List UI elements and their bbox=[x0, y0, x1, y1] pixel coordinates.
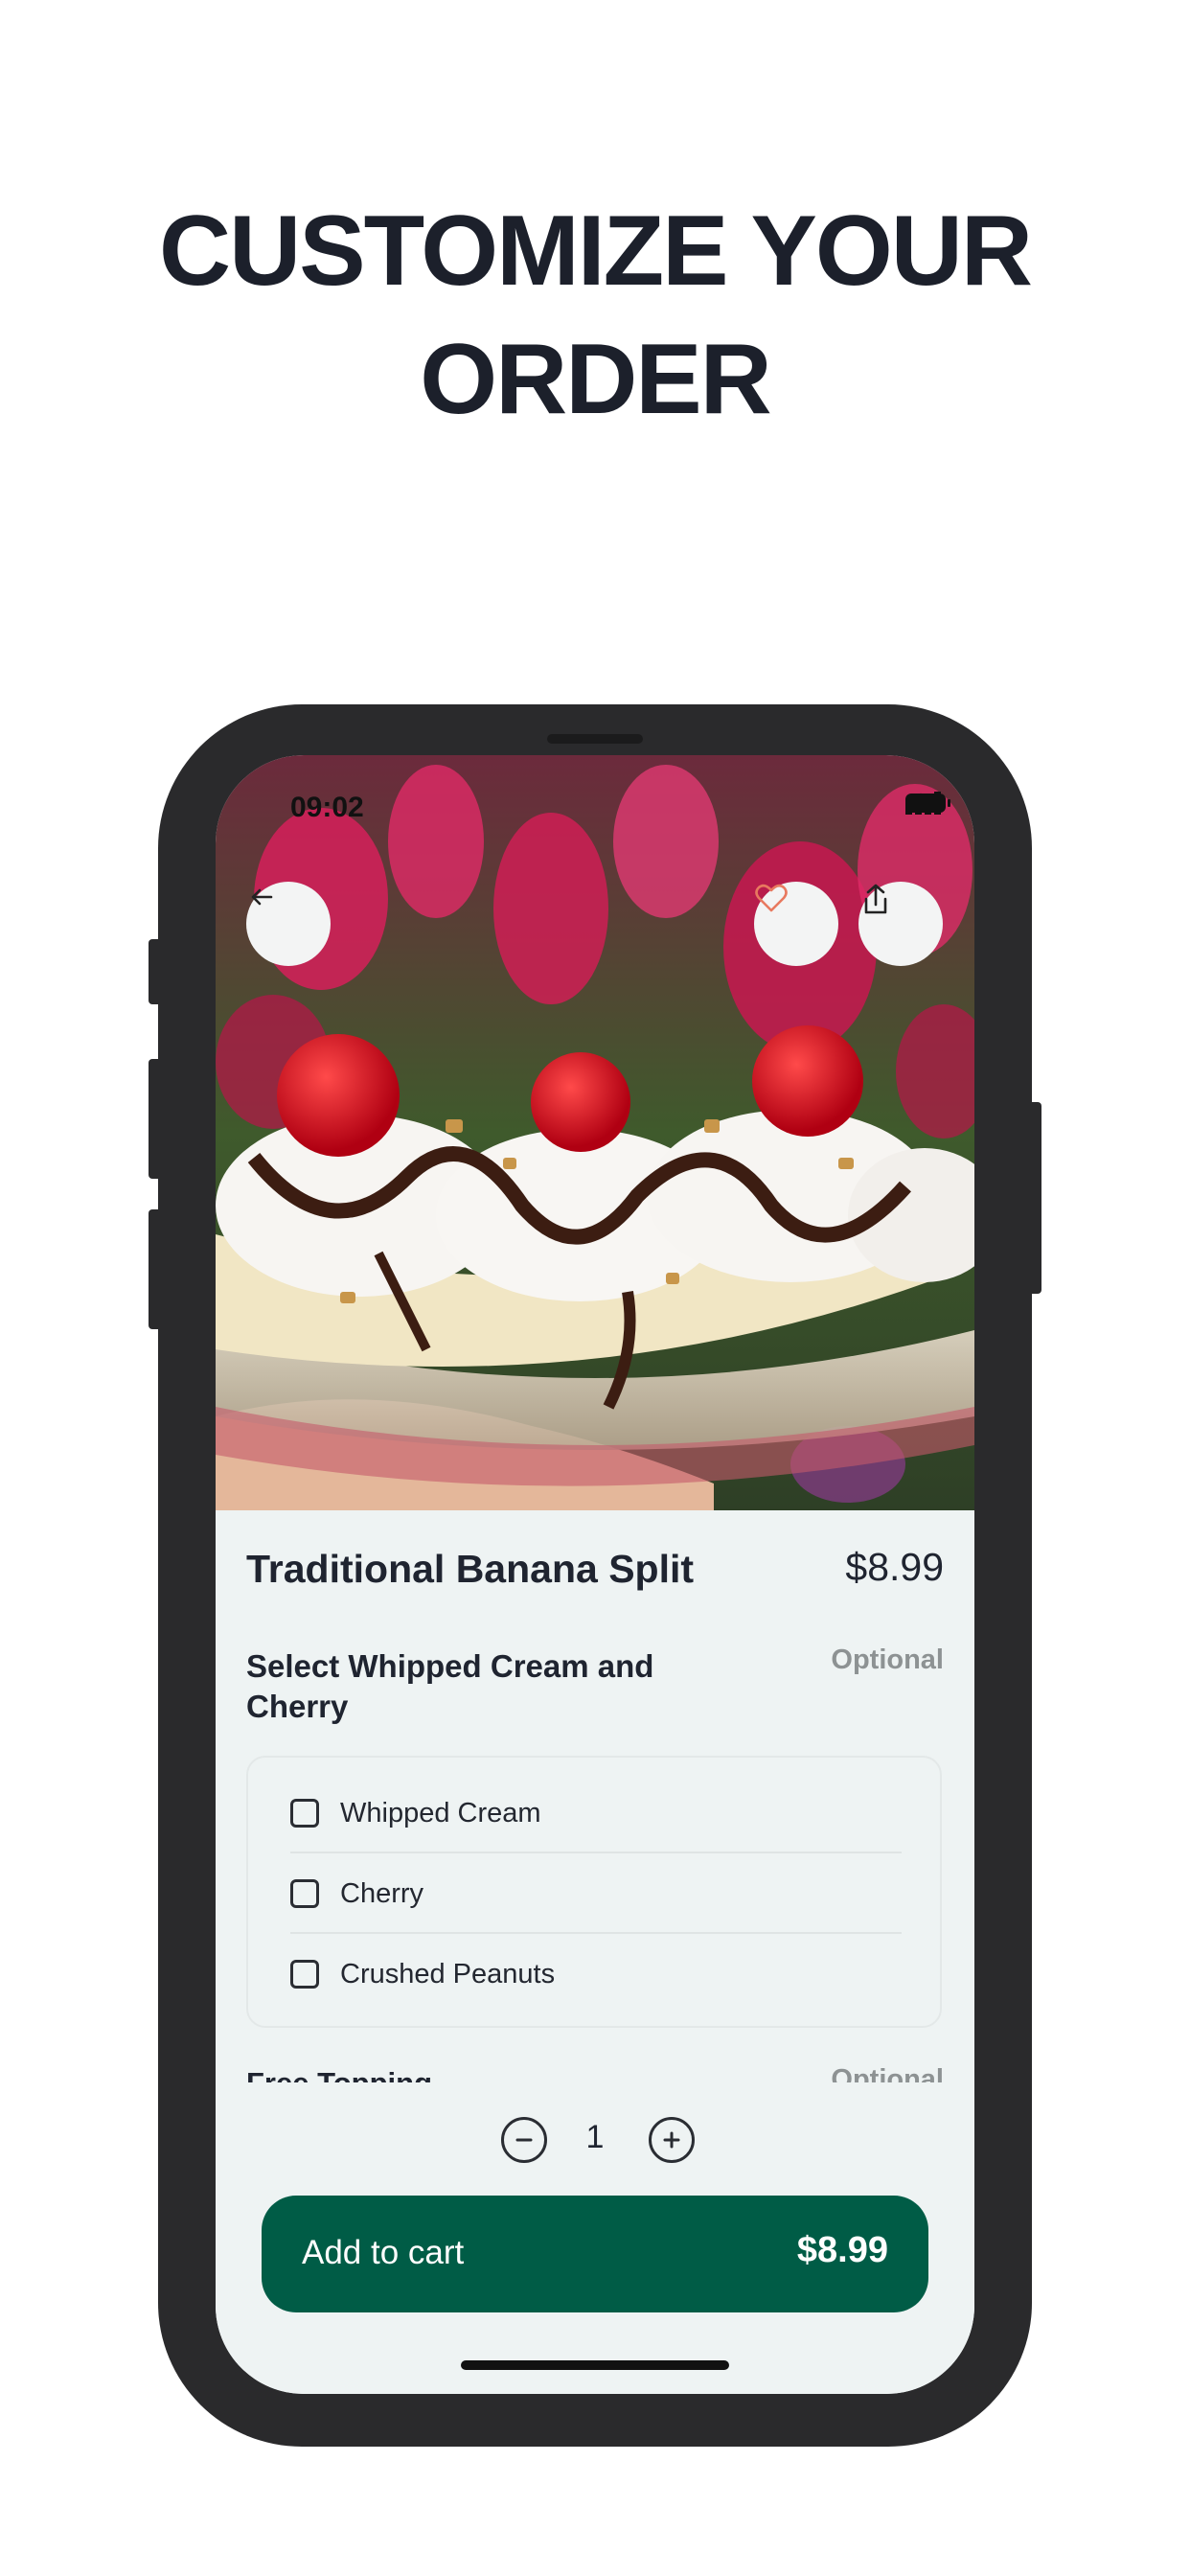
home-indicator bbox=[461, 2360, 729, 2370]
options-section-tag: Optional bbox=[831, 1644, 944, 1675]
product-photo: 09:02 bbox=[216, 755, 974, 1510]
option-cherry[interactable]: Cherry bbox=[290, 1853, 902, 1934]
headline-line-1: CUSTOMIZE YOUR bbox=[158, 196, 1033, 307]
share-button[interactable] bbox=[858, 882, 943, 966]
back-button[interactable] bbox=[246, 882, 331, 966]
product-name: Traditional Banana Split bbox=[246, 1547, 695, 1591]
add-to-cart-button[interactable]: Add to cart $8.99 bbox=[262, 2196, 928, 2312]
checkbox[interactable] bbox=[290, 1960, 319, 1989]
option-label: Cherry bbox=[340, 1877, 424, 1909]
option-whipped-cream[interactable]: Whipped Cream bbox=[290, 1773, 902, 1853]
status-time: 09:02 bbox=[290, 792, 364, 823]
phone-speaker bbox=[547, 734, 643, 744]
phone-screen: 09:02 Traditional Banana Split $8.99 Sel… bbox=[216, 755, 974, 2394]
favorite-button[interactable] bbox=[754, 882, 838, 966]
arrow-left-icon bbox=[251, 888, 273, 906]
option-label: Whipped Cream bbox=[340, 1797, 541, 1828]
product-details: Traditional Banana Split $8.99 Select Wh… bbox=[216, 1510, 974, 2100]
battery-icon bbox=[905, 794, 950, 813]
page-headline: CUSTOMIZE YOUR ORDER bbox=[0, 187, 1190, 444]
increase-quantity-button[interactable] bbox=[649, 2117, 695, 2163]
product-price: $8.99 bbox=[845, 1545, 944, 1589]
share-icon bbox=[864, 884, 887, 914]
bottom-bar: 1 Add to cart $8.99 bbox=[216, 2082, 974, 2394]
checkbox[interactable] bbox=[290, 1879, 319, 1908]
options-card: Whipped Cream Cherry Crushed Peanuts bbox=[246, 1756, 942, 2028]
add-to-cart-label: Add to cart bbox=[302, 2234, 465, 2271]
heart-icon bbox=[755, 884, 788, 912]
option-label: Crushed Peanuts bbox=[340, 1958, 556, 1990]
quantity-value: 1 bbox=[585, 2119, 605, 2155]
option-crushed-peanuts[interactable]: Crushed Peanuts bbox=[290, 1934, 902, 2014]
checkbox[interactable] bbox=[290, 1799, 319, 1828]
add-to-cart-price: $8.99 bbox=[796, 2230, 888, 2270]
options-section-title: Select Whipped Cream and Cherry bbox=[246, 1648, 654, 1724]
plus-circle-icon bbox=[663, 2131, 680, 2149]
headline-line-2: ORDER bbox=[420, 324, 772, 435]
